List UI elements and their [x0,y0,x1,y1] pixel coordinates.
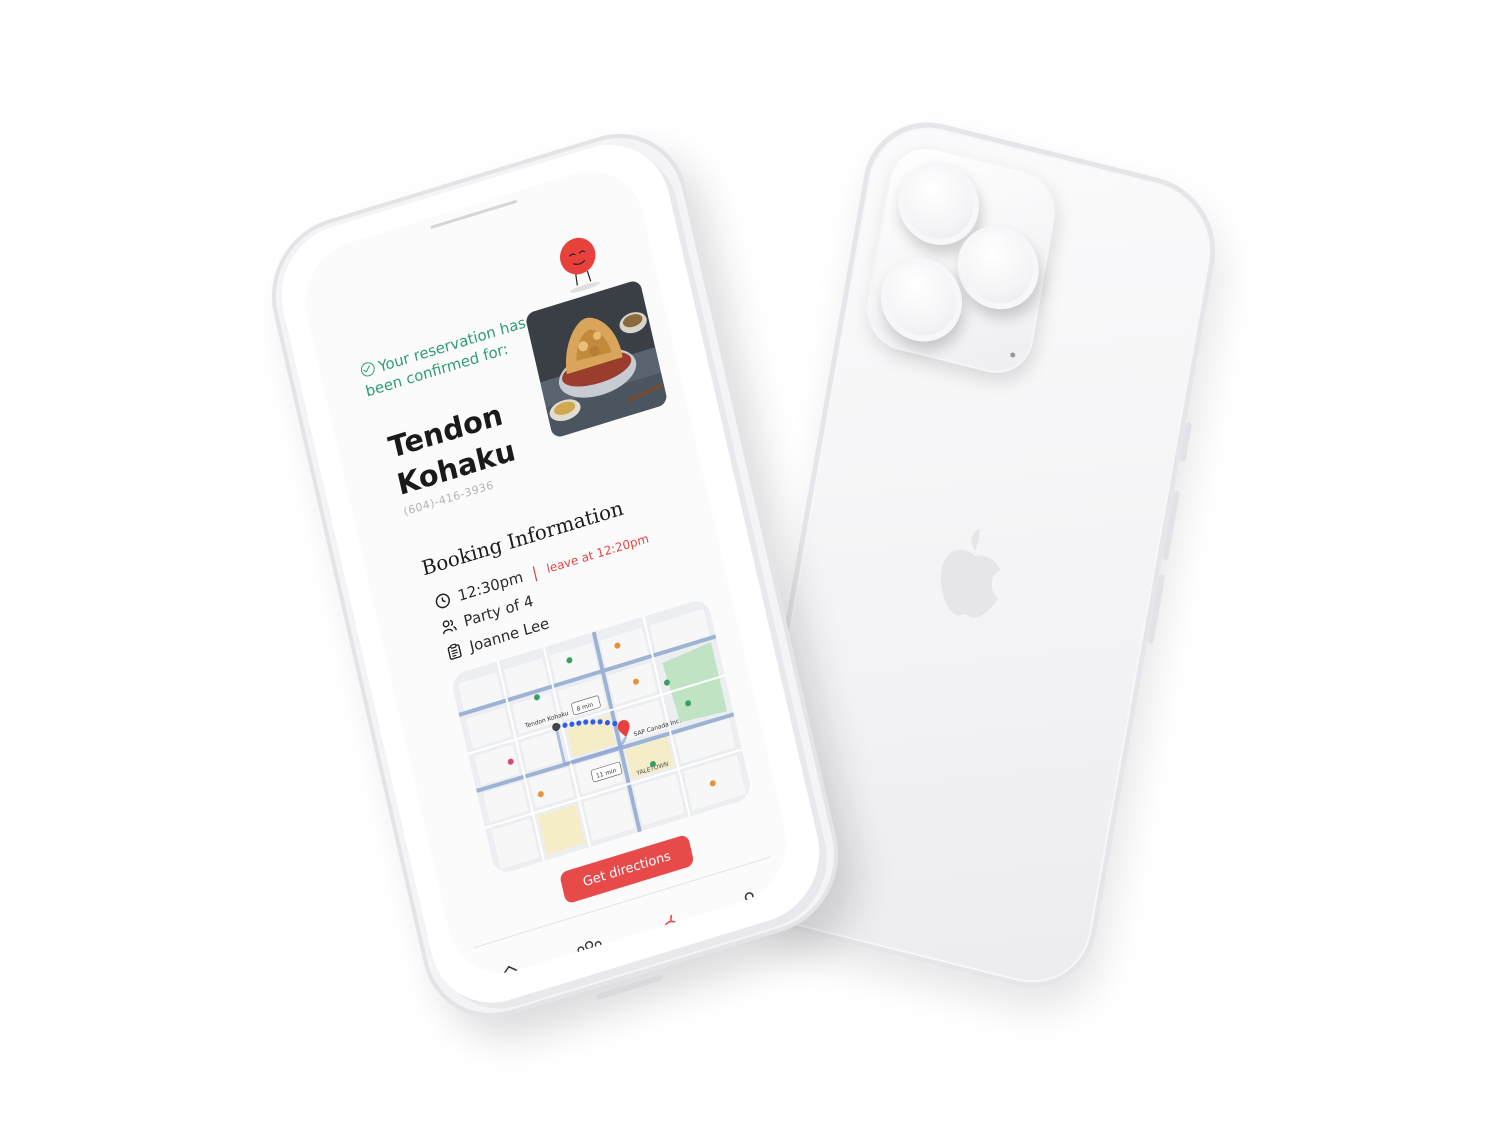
nav-item-profile[interactable] [727,879,773,922]
charging-port [595,974,664,1001]
microphone-dot [1009,351,1016,359]
speaker-grille [430,199,518,230]
camera-lens-icon [874,249,969,351]
confirmation-text: Your reservation has been confirmed for: [363,313,528,401]
home-icon [502,965,520,984]
clock-icon [435,593,450,609]
nav-item-groups[interactable] [568,928,614,971]
clipboard-icon [447,643,462,660]
group-icon [577,940,607,963]
profile-icon [744,892,760,911]
side-button [1162,490,1181,561]
mockup-stage: Your reservation has been confirmed for: [0,0,1500,1125]
restaurant-photo [524,278,669,439]
people-icon [442,619,457,635]
phone-bezel: Your reservation has been confirmed for: [268,128,833,1019]
side-button [1179,421,1193,463]
nav-item-home[interactable] [488,952,534,987]
apple-logo-icon [941,528,1001,618]
app-screen: Your reservation has been confirmed for: [294,156,798,988]
leave-separator: | [530,563,540,583]
food-icon [662,915,679,935]
nav-item-food[interactable] [647,903,693,946]
phone-front: Your reservation has been confirmed for: [257,115,853,1036]
check-circle-icon [359,360,377,379]
side-button [1147,574,1166,645]
camera-module [860,138,1062,382]
mascot-icon [560,237,601,293]
